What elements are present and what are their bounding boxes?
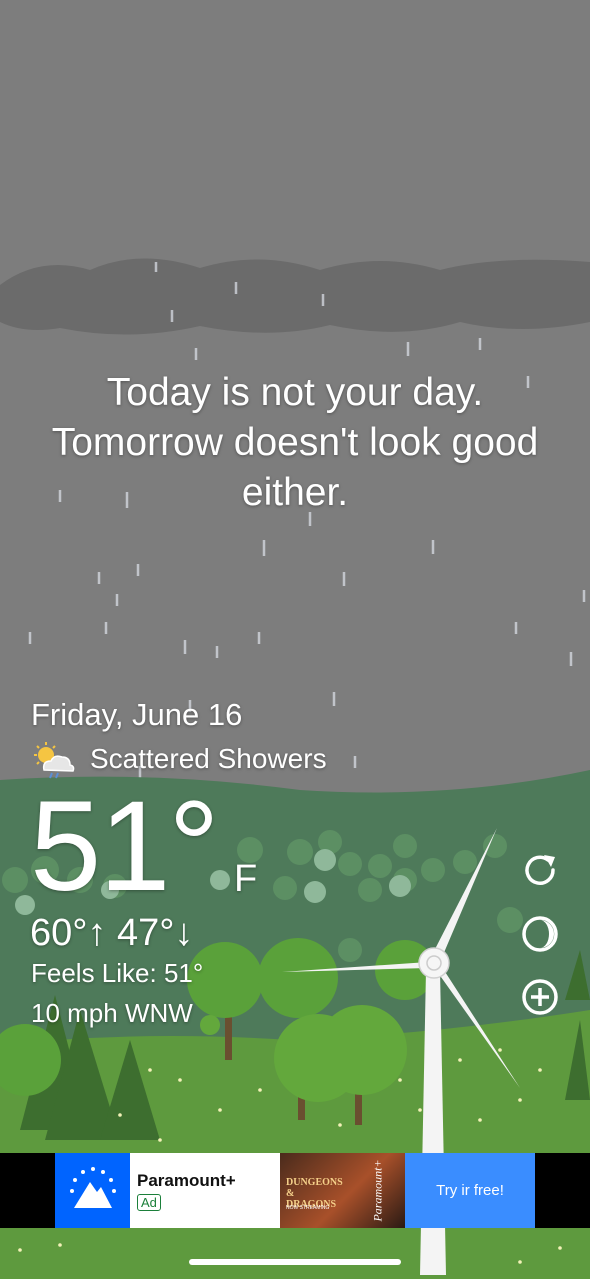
moon-phase-icon[interactable] (520, 914, 560, 954)
temperature-unit[interactable]: F (234, 858, 257, 901)
ad-title[interactable]: Paramount+ (137, 1171, 280, 1191)
ad-cta-button[interactable]: Try ir free! (405, 1153, 535, 1228)
high-low-temperature: 60°↑ 47°↓ (30, 912, 194, 954)
home-indicator[interactable] (189, 1259, 401, 1265)
forecast-date: Friday, June 16 (31, 697, 243, 732)
feels-like: Feels Like: 51° (31, 958, 204, 988)
condition-label: Scattered Showers (90, 743, 327, 774)
sun-cloud-rain-icon (34, 742, 75, 779)
ad-banner[interactable]: Paramount+ Ad DUNGEONS & DRAGONS NOW STR… (0, 1153, 590, 1228)
refresh-icon[interactable] (520, 850, 560, 890)
ad-image[interactable]: DUNGEONS & DRAGONS NOW STREAMING Paramou… (280, 1153, 405, 1228)
paramount-logo-icon[interactable] (55, 1153, 130, 1228)
weather-scene (0, 0, 590, 1279)
headline-line-3: either. (241, 471, 349, 514)
headline-line-2: Tomorrow doesn't look good (51, 421, 539, 464)
headline-line-1: Today is not your day. (106, 371, 484, 414)
forecast-headline: Today is not your day. Tomorrow doesn't … (20, 368, 570, 518)
current-temperature: 51° (30, 775, 220, 918)
ad-content[interactable]: Paramount+ Ad DUNGEONS & DRAGONS NOW STR… (55, 1153, 535, 1228)
ad-badge: Ad (137, 1194, 161, 1211)
ad-image-brand: Paramount+ (370, 1159, 385, 1222)
ad-image-subtitle: NOW STREAMING (286, 1205, 330, 1211)
wind-speed: 10 mph WNW (31, 998, 193, 1028)
storm-cloud (0, 258, 590, 335)
ad-text[interactable]: Paramount+ Ad (130, 1153, 280, 1228)
add-location-icon[interactable] (520, 977, 560, 1017)
